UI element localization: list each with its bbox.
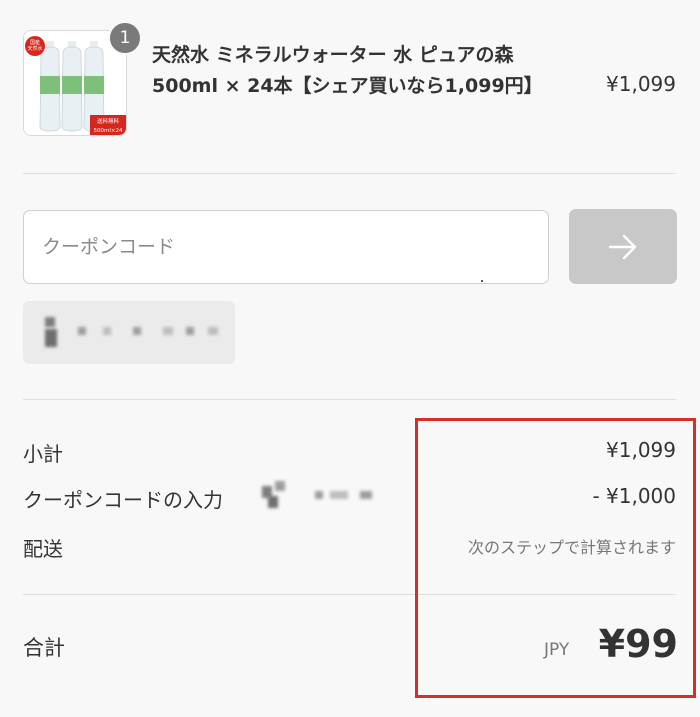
redacted-code — [163, 327, 173, 335]
shipping-value: 次のステップで計算されます — [467, 538, 676, 557]
redacted-coupon-code — [360, 491, 372, 499]
svg-text:天然水: 天然水 — [27, 45, 42, 52]
coupon-code-input[interactable] — [23, 210, 549, 284]
section-divider — [23, 399, 676, 400]
product-title: 天然水 ミネラルウォーター 水 ピュアの森 500ml × 24本【シェア買いな… — [152, 44, 543, 97]
redacted-coupon-code — [330, 491, 348, 499]
discount-value: - ¥1,000 — [592, 484, 676, 508]
redacted-code — [133, 327, 141, 335]
redacted-coupon-code — [275, 481, 285, 491]
line-item: 国産 天然水 送料無料 500ml×24 1 天然水 ミネラルウォーター 水 ピ… — [0, 0, 700, 172]
total-label: 合計 — [23, 636, 65, 660]
svg-text:国産: 国産 — [30, 39, 40, 46]
quantity-badge: 1 — [108, 21, 142, 55]
section-divider — [23, 173, 676, 174]
arrow-right-icon — [608, 234, 637, 259]
redacted-code — [45, 317, 55, 327]
svg-text:500ml×24: 500ml×24 — [94, 128, 123, 134]
redacted-code — [78, 327, 86, 335]
redacted-code — [103, 327, 111, 335]
subtotal-value: ¥1,099 — [606, 438, 676, 462]
redacted-coupon-code — [268, 496, 278, 508]
apply-coupon-button[interactable] — [569, 209, 677, 284]
redacted-code — [208, 327, 218, 335]
discount-label: クーポンコードの入力 — [23, 488, 223, 512]
redacted-code — [45, 329, 57, 347]
stray-dot — [481, 280, 483, 282]
shipping-label: 配送 — [23, 537, 63, 561]
total-currency: JPY — [544, 640, 570, 660]
subtotal-label: 小計 — [23, 442, 63, 466]
product-price: ¥1,099 — [606, 72, 676, 96]
total-value: ¥99 — [598, 622, 678, 666]
redacted-code — [186, 327, 194, 335]
applied-coupon-tag — [23, 301, 235, 364]
redacted-coupon-code — [315, 491, 323, 499]
svg-text:送料無料: 送料無料 — [97, 117, 120, 125]
section-divider — [23, 594, 676, 595]
